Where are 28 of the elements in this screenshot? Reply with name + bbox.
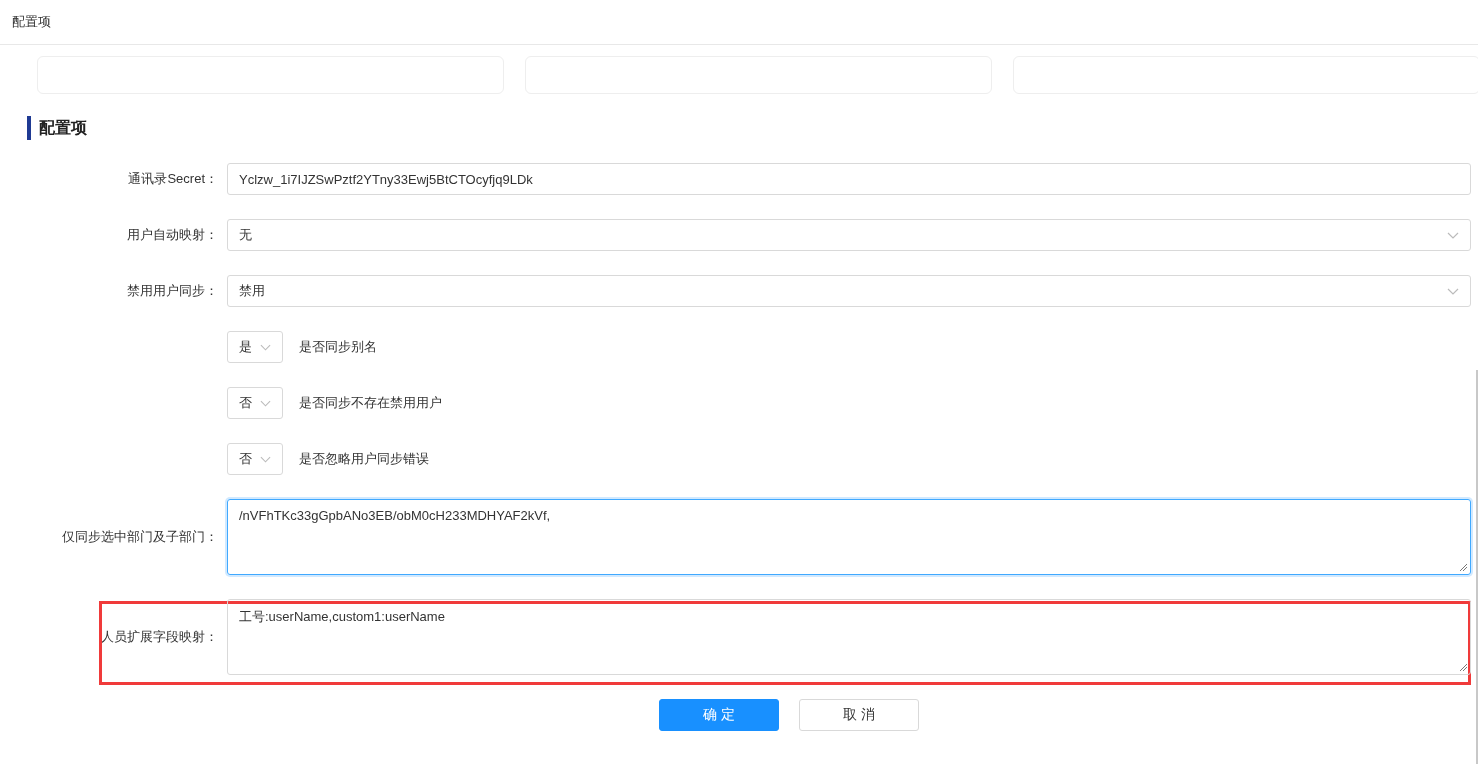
select-field[interactable]: 否 <box>227 443 283 475</box>
select-field[interactable]: 否 <box>227 387 283 419</box>
cancel-button[interactable]: 取 消 <box>799 699 919 731</box>
resize-grip-icon[interactable] <box>1459 663 1468 672</box>
field-label: 通讯录Secret： <box>127 170 218 188</box>
resize-grip-icon[interactable] <box>1459 563 1468 572</box>
option-description: 是否忽略用户同步错误 <box>299 450 429 468</box>
text-area[interactable]: 工号:userName,custom1:userName <box>227 599 1471 675</box>
chevron-down-icon <box>260 399 271 407</box>
input-field[interactable]: Yclzw_1i7IJZSwPztf2YTny33Ewj5BtCTOcyfjq9LDk <box>227 163 1471 195</box>
field-label: 仅同步选中部门及子部门： <box>61 528 218 546</box>
option-description: 是否同步别名 <box>299 338 377 356</box>
field-label: 人员扩展字段映射： <box>100 628 218 646</box>
section-title: 配置项 <box>39 117 87 138</box>
chevron-down-icon <box>260 343 271 351</box>
text-area[interactable]: /nVFhTKc33gGpbANo3EB/obM0cH233MDHYAF2kVf, <box>227 499 1471 575</box>
chevron-down-icon <box>1447 287 1459 295</box>
field-label: 禁用用户同步： <box>126 282 218 300</box>
chevron-down-icon <box>1447 231 1459 239</box>
section-accent-bar <box>27 116 31 140</box>
page-title: 配置项 <box>12 13 51 31</box>
chevron-down-icon <box>260 455 271 463</box>
select-field[interactable]: 是 <box>227 331 283 363</box>
option-description: 是否同步不存在禁用用户 <box>299 394 442 412</box>
select-field[interactable]: 禁用 <box>227 275 1471 307</box>
field-label: 用户自动映射： <box>126 226 218 244</box>
select-field[interactable]: 无 <box>227 219 1471 251</box>
scrollbar[interactable] <box>1476 370 1478 764</box>
